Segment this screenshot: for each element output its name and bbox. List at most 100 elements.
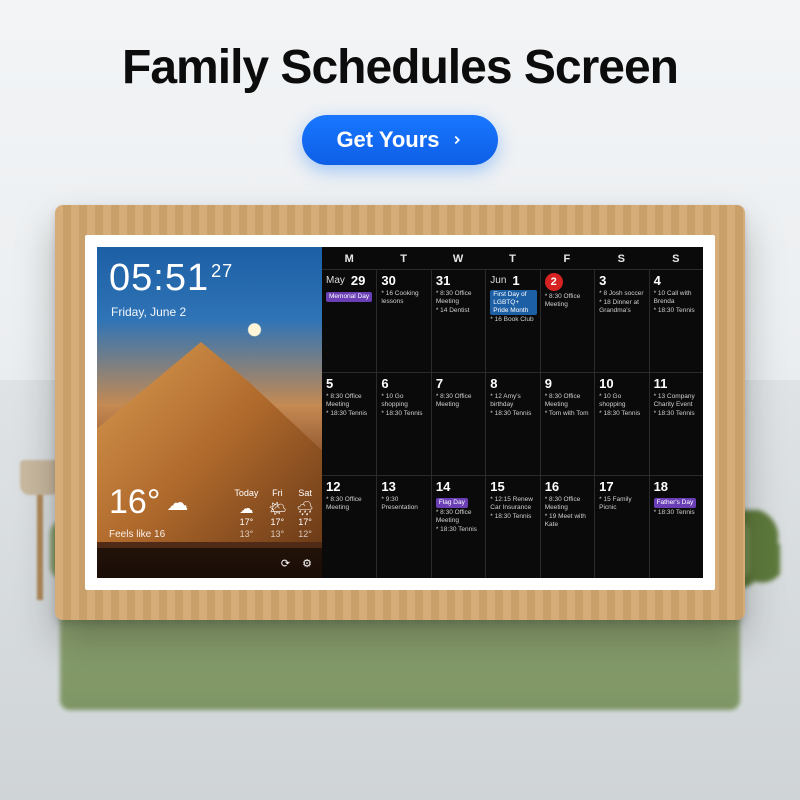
day-value: 16 xyxy=(545,479,559,494)
event-item: * 15 Family Picnic xyxy=(599,496,645,512)
calendar-cell[interactable]: 12* 8:30 Office Meeting xyxy=(322,475,376,578)
day-value: 1 xyxy=(512,273,519,288)
clock-hm: 05:51 xyxy=(109,257,209,300)
event-item: * 18:30 Tennis xyxy=(599,410,645,418)
event-item: * 10 Go shopping xyxy=(381,393,427,409)
settings-gear-icon[interactable]: ⚙ xyxy=(302,557,312,570)
day-value: 30 xyxy=(381,273,395,288)
event-item: * 8:30 Office Meeting xyxy=(326,496,373,512)
panel-bottom-bar: ⟳ ⚙ xyxy=(97,548,322,578)
clock: 05:51 27 xyxy=(109,257,233,300)
holiday-tag: Father's Day xyxy=(654,498,697,508)
forecast-hi: 17° xyxy=(271,518,285,528)
feels-like: Feels like 16 xyxy=(109,529,165,540)
chevron-right-icon xyxy=(450,133,464,147)
calendar-cell[interactable]: 6 * 10 Go shopping* 18:30 Tennis xyxy=(376,372,430,475)
event-item: * 16 Cooking lessons xyxy=(381,290,427,306)
event-item: * 14 Dentist xyxy=(436,307,482,315)
forecast-row: Today☁17°13°Fri🌤17°13°Sat🌧17°12° xyxy=(234,489,314,540)
calendar-cell[interactable]: 3 * 8 Josh soccer* 18 Dinner at Grandma's xyxy=(594,269,648,372)
calendar-cell[interactable]: May29Memorial Day xyxy=(322,269,376,372)
day-value: 4 xyxy=(654,273,661,288)
device-frame: 05:51 27 Friday, June 2 16° ☁ Feels like… xyxy=(55,205,745,620)
event-item: * 8 Josh soccer xyxy=(599,290,645,298)
day-value: 31 xyxy=(436,273,450,288)
calendar-cell[interactable]: 9* 8:30 Office Meeting* Tom with Tom xyxy=(540,372,594,475)
calendar-cell[interactable]: 30 * 16 Cooking lessons xyxy=(376,269,430,372)
clock-ss: 27 xyxy=(211,261,233,282)
holiday-tag: First Day of LGBTQ+ Pride Month xyxy=(490,290,536,315)
event-item: * 8:30 Office Meeting xyxy=(545,393,591,409)
event-item: * 8:30 Office Meeting xyxy=(326,393,373,409)
holiday-tag: Memorial Day xyxy=(326,292,372,302)
event-item: * 18:30 Tennis xyxy=(654,307,700,315)
calendar-cell[interactable]: 4 * 10 Call with Brenda* 18:30 Tennis xyxy=(649,269,703,372)
dow-label: T xyxy=(376,253,430,265)
event-item: * 8:30 Office Meeting xyxy=(436,393,482,409)
event-item: * 10 Call with Brenda xyxy=(654,290,700,306)
day-value: 18 xyxy=(654,479,668,494)
weather-cloud-icon: ☁ xyxy=(166,490,188,516)
day-value: 9 xyxy=(545,376,552,391)
calendar-cell[interactable]: 14Flag Day* 8:30 Office Meeting* 18:30 T… xyxy=(431,475,485,578)
event-item: * 19 Meet with Kate xyxy=(545,513,591,529)
event-item: * 18 Dinner at Grandma's xyxy=(599,299,645,315)
calendar: MTWTFSS May29Memorial Day30* 16 Cooking … xyxy=(322,247,703,578)
forecast-label: Today xyxy=(234,489,258,499)
calendar-cell[interactable]: 13* 9:30 Presentation xyxy=(376,475,430,578)
calendar-cell[interactable]: Jun1First Day of LGBTQ+ Pride Month* 16 … xyxy=(485,269,539,372)
forecast-lo: 13° xyxy=(271,530,285,540)
day-number: 31 xyxy=(436,273,482,288)
calendar-cell[interactable]: 15* 12:15 Renew Car Insurance* 18:30 Ten… xyxy=(485,475,539,578)
event-item: * 12 Amy's birthday xyxy=(490,393,536,409)
calendar-cell[interactable]: 8* 12 Amy's birthday* 18:30 Tennis xyxy=(485,372,539,475)
device-bezel: 05:51 27 Friday, June 2 16° ☁ Feels like… xyxy=(85,235,715,590)
day-number: 18 xyxy=(654,479,700,494)
dow-label: T xyxy=(485,253,539,265)
day-value: 5 xyxy=(326,376,333,391)
device-screen: 05:51 27 Friday, June 2 16° ☁ Feels like… xyxy=(97,247,703,578)
event-item: * 12:15 Renew Car Insurance xyxy=(490,496,536,512)
day-number: 15 xyxy=(490,479,536,494)
event-item: * 18:30 Tennis xyxy=(381,410,427,418)
cta-label: Get Yours xyxy=(336,127,439,153)
weather-clock-panel: 05:51 27 Friday, June 2 16° ☁ Feels like… xyxy=(97,247,322,578)
day-number: 10 xyxy=(599,376,645,391)
event-item: * 18:30 Tennis xyxy=(326,410,373,418)
calendar-cell[interactable]: 7* 8:30 Office Meeting xyxy=(431,372,485,475)
calendar-cell[interactable]: 5 * 8:30 Office Meeting* 18:30 Tennis xyxy=(322,372,376,475)
day-value: 11 xyxy=(654,376,668,391)
calendar-cell[interactable]: 2* 8:30 Office Meeting xyxy=(540,269,594,372)
holiday-tag: Flag Day xyxy=(436,498,468,508)
headline: Family Schedules Screen xyxy=(0,40,800,95)
calendar-cell[interactable]: 31* 8:30 Office Meeting* 14 Dentist xyxy=(431,269,485,372)
get-yours-button[interactable]: Get Yours xyxy=(302,115,497,165)
current-temp: 16° ☁ xyxy=(109,483,188,522)
dow-label: F xyxy=(540,253,594,265)
day-value: 10 xyxy=(599,376,613,391)
calendar-cell[interactable]: 18 Father's Day* 18:30 Tennis xyxy=(649,475,703,578)
dow-label: M xyxy=(322,253,376,265)
day-value: 13 xyxy=(381,479,395,494)
calendar-cell[interactable]: 16* 8:30 Office Meeting* 19 Meet with Ka… xyxy=(540,475,594,578)
day-value: 14 xyxy=(436,479,450,494)
day-number: 3 xyxy=(599,273,645,288)
forecast-day: Fri🌤17°13° xyxy=(268,489,286,540)
forecast-day: Today☁17°13° xyxy=(234,489,258,540)
event-item: * 8:30 Office Meeting xyxy=(545,293,591,309)
temp-value: 16° xyxy=(109,483,160,522)
day-number: 14 xyxy=(436,479,482,494)
calendar-cell[interactable]: 17* 15 Family Picnic xyxy=(594,475,648,578)
dow-label: W xyxy=(431,253,485,265)
product-hero: Family Schedules Screen Get Yours 05:51 … xyxy=(0,0,800,800)
day-value: 8 xyxy=(490,376,497,391)
month-label: May xyxy=(326,275,345,286)
day-value: 6 xyxy=(381,376,388,391)
month-label: Jun xyxy=(490,275,506,286)
refresh-icon[interactable]: ⟳ xyxy=(281,557,290,570)
forecast-label: Sat xyxy=(298,489,312,499)
date: Friday, June 2 xyxy=(111,305,186,319)
event-item: * 18:30 Tennis xyxy=(654,509,700,517)
calendar-cell[interactable]: 11* 13 Company Charity Event* 18:30 Tenn… xyxy=(649,372,703,475)
calendar-cell[interactable]: 10* 10 Go shopping* 18:30 Tennis xyxy=(594,372,648,475)
